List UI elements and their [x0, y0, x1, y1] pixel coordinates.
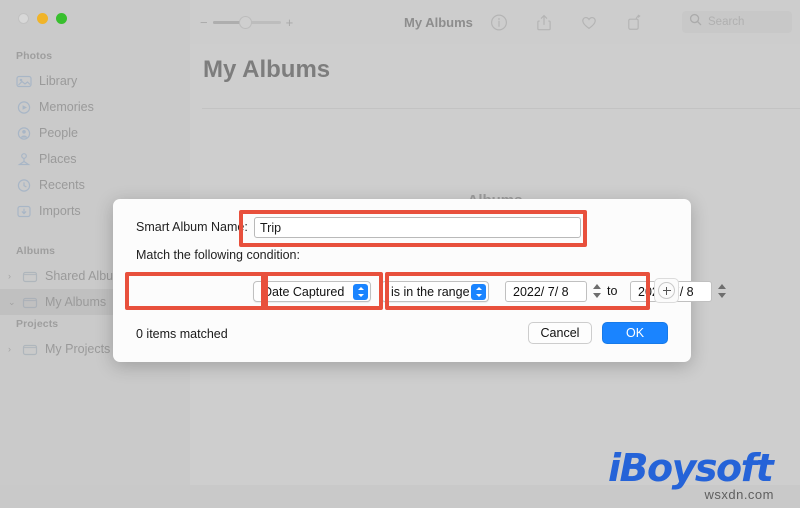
search-field[interactable]: Search — [682, 11, 792, 33]
sidebar-item-label: My Albums — [45, 295, 107, 309]
watermark-site: wsxdn.com — [704, 487, 774, 502]
date-range-to-label: to — [607, 284, 618, 298]
smart-album-dialog: Smart Album Name: Match the following co… — [113, 199, 712, 362]
plus-icon — [658, 282, 675, 299]
date-from-stepper[interactable] — [591, 282, 602, 300]
chevron-updown-icon — [471, 283, 486, 300]
sidebar-item-recents[interactable]: Recents — [0, 172, 190, 198]
operator-dropdown-value: is in the range — [391, 284, 470, 299]
sidebar-item-label: Recents — [39, 178, 85, 192]
sidebar-item-label: Places — [39, 152, 77, 166]
zoom-out-icon[interactable]: − — [200, 16, 208, 29]
sidebar-item-label: My Projects — [45, 342, 111, 356]
sidebar-item-label: People — [39, 126, 78, 140]
chevron-updown-icon — [353, 283, 368, 300]
operator-dropdown[interactable]: is in the range — [381, 281, 489, 302]
title-divider — [202, 108, 800, 109]
imports-icon — [16, 204, 32, 219]
places-icon — [16, 152, 32, 167]
photo-icon — [16, 74, 32, 89]
sidebar-item-library[interactable]: Library — [0, 68, 190, 94]
screenshot-root: Photos Library Memories People Places Re… — [0, 0, 800, 508]
maximize-button-icon[interactable] — [56, 13, 67, 24]
zoom-in-icon[interactable]: + — [286, 16, 294, 29]
sidebar-item-label: Imports — [39, 204, 81, 218]
sidebar-item-places[interactable]: Places — [0, 146, 190, 172]
close-button-icon[interactable] — [18, 13, 29, 24]
info-icon[interactable] — [490, 13, 508, 32]
toolbar-title: My Albums — [404, 14, 473, 30]
zoom-slider[interactable]: − + — [200, 15, 294, 29]
share-icon[interactable] — [535, 13, 553, 32]
heart-icon[interactable] — [580, 13, 598, 32]
minimize-button-icon[interactable] — [37, 13, 48, 24]
match-condition-label: Match the following condition: — [136, 248, 300, 262]
window-controls[interactable] — [18, 13, 67, 24]
field-dropdown[interactable]: Date Captured — [253, 281, 371, 302]
album-icon — [22, 342, 38, 357]
cancel-button[interactable]: Cancel — [528, 322, 592, 344]
date-from-input[interactable]: 2022/ 7/ 8 — [505, 281, 587, 302]
smart-album-name-input[interactable] — [254, 217, 581, 238]
name-row: Smart Album Name: — [136, 220, 248, 234]
smart-album-name-label: Smart Album Name: — [136, 220, 248, 234]
sidebar-section-photos: Photos — [16, 50, 53, 62]
recents-icon — [16, 178, 32, 193]
add-condition-button[interactable] — [654, 278, 679, 303]
sidebar-item-label: Memories — [39, 100, 94, 114]
page-title: My Albums — [203, 56, 331, 83]
chevron-right-icon[interactable]: › — [8, 344, 19, 354]
sidebar-item-people[interactable]: People — [0, 120, 190, 146]
watermark-brand: iBoysoft — [608, 446, 774, 490]
sidebar-item-memories[interactable]: Memories — [0, 94, 190, 120]
album-icon — [22, 295, 38, 310]
date-to-stepper[interactable] — [716, 282, 727, 300]
chevron-right-icon[interactable]: › — [8, 271, 19, 281]
zoom-slider-track[interactable] — [212, 15, 281, 29]
sidebar-item-label: Library — [39, 74, 78, 88]
ok-button[interactable]: OK — [602, 322, 668, 344]
toolbar-actions — [490, 13, 643, 32]
album-icon — [22, 269, 38, 284]
zoom-slider-knob[interactable] — [238, 15, 252, 29]
toolbar: − + My Albums Search — [190, 0, 800, 44]
search-icon — [689, 13, 702, 31]
search-placeholder: Search — [708, 16, 745, 28]
field-dropdown-value: Date Captured — [263, 284, 345, 299]
watermark: iBoysoft wsxdn.com — [608, 446, 778, 502]
memories-icon — [16, 100, 32, 115]
rotate-icon[interactable] — [625, 13, 643, 32]
people-icon — [16, 126, 32, 141]
items-matched-status: 0 items matched — [136, 327, 228, 341]
chevron-down-icon[interactable]: ⌄ — [8, 297, 19, 307]
date-from-value: 2022/ 7/ 8 — [513, 284, 569, 299]
